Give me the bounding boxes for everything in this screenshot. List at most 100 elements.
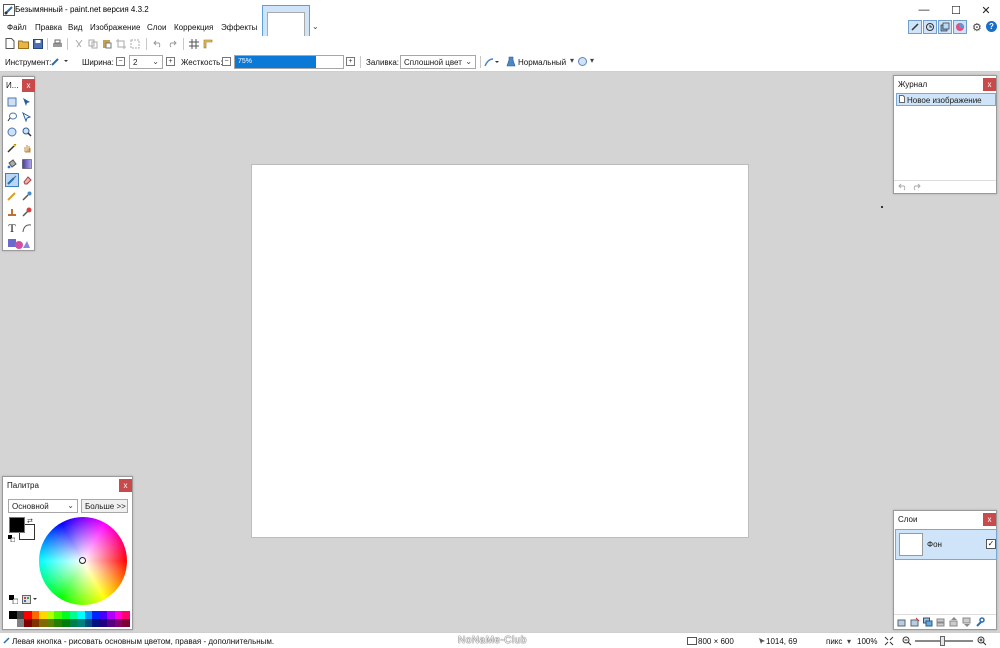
fill-mode-dropdown[interactable]: Сплошной цвет ⌄ xyxy=(400,55,476,69)
ellipse-select-icon[interactable] xyxy=(5,125,19,139)
open-folder-icon[interactable] xyxy=(17,37,30,50)
swap-colors-icon[interactable]: ⇄ xyxy=(27,517,33,525)
pan-hand-icon[interactable] xyxy=(20,141,34,155)
deselect-icon[interactable] xyxy=(128,37,141,50)
layers-window-toggle-icon[interactable] xyxy=(938,20,952,34)
move-layer-up-icon[interactable] xyxy=(949,617,959,627)
rectangle-select-icon[interactable] xyxy=(5,95,19,109)
blend-mode-icon[interactable] xyxy=(506,56,516,69)
paste-icon[interactable] xyxy=(100,37,113,50)
recolor-icon[interactable] xyxy=(20,205,34,219)
alpha-dropdown-icon[interactable]: ▾ xyxy=(590,56,594,65)
move-layer-down-icon[interactable] xyxy=(962,617,972,627)
clone-stamp-icon[interactable] xyxy=(5,205,19,219)
gradient-icon[interactable] xyxy=(20,157,34,171)
palette-menu-icon[interactable] xyxy=(22,595,38,606)
color-wheel-cursor[interactable] xyxy=(79,557,86,564)
paintbrush-icon[interactable] xyxy=(5,173,19,187)
pencil-icon[interactable] xyxy=(5,189,19,203)
primary-color-swatch[interactable] xyxy=(9,517,25,533)
width-increase-button[interactable]: + xyxy=(166,57,175,66)
lasso-select-icon[interactable] xyxy=(5,110,19,124)
move-selected-icon[interactable] xyxy=(20,95,34,109)
history-panel-close-button[interactable]: x xyxy=(983,78,996,91)
menu-layers[interactable]: Слои xyxy=(147,23,166,32)
settings-gear-icon[interactable]: ⚙ xyxy=(972,21,982,34)
tools-panel-close-button[interactable]: x xyxy=(22,79,35,92)
zoom-slider-handle[interactable] xyxy=(940,636,945,646)
shapes-icon[interactable] xyxy=(5,237,33,251)
color-mode-dropdown[interactable]: Основной ⌄ xyxy=(8,499,78,513)
blend-mode-value[interactable]: Нормальный xyxy=(518,58,566,67)
history-item-new-image[interactable]: Новое изображение xyxy=(896,93,996,106)
color-wheel[interactable] xyxy=(39,517,127,605)
grid-icon[interactable] xyxy=(187,37,200,50)
image-canvas[interactable] xyxy=(251,164,749,538)
paintbrush-tool-selector-icon[interactable] xyxy=(51,56,69,68)
menu-effects[interactable]: Эффекты xyxy=(221,23,257,32)
alpha-blending-icon[interactable] xyxy=(578,57,587,66)
layer-visibility-checkbox[interactable]: ✓ xyxy=(986,539,996,549)
palette-swatches-row-1[interactable] xyxy=(9,611,130,619)
zoom-out-icon[interactable] xyxy=(902,636,912,648)
menu-file[interactable]: Файл xyxy=(7,23,27,32)
rulers-icon[interactable] xyxy=(201,37,214,50)
move-selection-icon[interactable] xyxy=(20,110,34,124)
undo-icon[interactable] xyxy=(151,37,164,50)
crop-to-selection-icon[interactable] xyxy=(114,37,127,50)
text-tool-icon[interactable]: T xyxy=(5,221,19,235)
help-icon[interactable]: ? xyxy=(986,21,997,32)
zoom-to-window-icon[interactable] xyxy=(884,636,894,648)
antialiasing-toggle-icon[interactable] xyxy=(484,57,500,69)
width-input[interactable]: 2 ⌄ xyxy=(129,55,163,69)
print-icon[interactable] xyxy=(51,37,64,50)
add-layer-icon[interactable] xyxy=(897,617,907,627)
close-button[interactable]: ✕ xyxy=(970,0,1000,20)
magic-wand-icon[interactable] xyxy=(5,141,19,155)
reset-colors-icon[interactable] xyxy=(8,535,16,544)
colors-window-toggle-icon[interactable] xyxy=(953,20,967,34)
menu-adjustments[interactable]: Коррекция xyxy=(174,23,213,32)
image-list-dropdown-icon[interactable]: ⌄ xyxy=(312,22,319,31)
watermark-logo: NoNaMe-Club xyxy=(458,635,527,646)
new-file-icon[interactable] xyxy=(3,37,16,50)
history-window-toggle-icon[interactable] xyxy=(923,20,937,34)
layers-panel-close-button[interactable]: x xyxy=(983,513,996,526)
menu-view[interactable]: Вид xyxy=(68,23,82,32)
zoom-value[interactable]: 100% xyxy=(857,637,877,646)
zoom-icon[interactable] xyxy=(20,125,34,139)
color-picker-icon[interactable] xyxy=(20,189,34,203)
hardness-slider[interactable]: 75% xyxy=(234,55,344,69)
history-undo-icon[interactable] xyxy=(898,183,908,193)
hardness-decrease-button[interactable]: − xyxy=(222,57,231,66)
palette-swatches-row-2[interactable] xyxy=(9,619,130,627)
cut-icon[interactable] xyxy=(72,37,85,50)
menu-edit[interactable]: Правка xyxy=(35,23,62,32)
blend-mode-dropdown-icon[interactable]: ▾ xyxy=(570,56,574,65)
tools-window-toggle-icon[interactable] xyxy=(908,20,922,34)
paint-bucket-icon[interactable] xyxy=(5,157,19,171)
layer-properties-wrench-icon[interactable] xyxy=(975,617,985,627)
width-dropdown-icon[interactable]: ⌄ xyxy=(152,57,159,66)
merge-layer-icon[interactable] xyxy=(936,617,946,627)
palette-preset-icon[interactable] xyxy=(9,595,19,606)
units-dropdown[interactable]: пикс xyxy=(826,637,842,646)
minimize-button[interactable]: — xyxy=(908,0,940,20)
more-colors-button[interactable]: Больше >> xyxy=(81,499,128,513)
palette-panel-close-button[interactable]: x xyxy=(119,479,132,492)
zoom-in-icon[interactable] xyxy=(977,636,987,648)
save-icon[interactable] xyxy=(31,37,44,50)
duplicate-layer-icon[interactable] xyxy=(923,617,933,627)
eraser-icon[interactable] xyxy=(20,173,34,187)
redo-icon[interactable] xyxy=(165,37,178,50)
line-curve-icon[interactable] xyxy=(20,221,34,235)
hardness-increase-button[interactable]: + xyxy=(346,57,355,66)
layer-row-background[interactable]: Фон ✓ xyxy=(895,529,997,560)
units-dropdown-icon[interactable]: ▾ xyxy=(847,637,851,646)
history-redo-icon[interactable] xyxy=(911,183,921,193)
maximize-button[interactable]: ☐ xyxy=(940,0,972,20)
copy-icon[interactable] xyxy=(86,37,99,50)
width-decrease-button[interactable]: − xyxy=(116,57,125,66)
menu-image[interactable]: Изображение xyxy=(90,23,140,32)
delete-layer-icon[interactable] xyxy=(910,617,920,627)
